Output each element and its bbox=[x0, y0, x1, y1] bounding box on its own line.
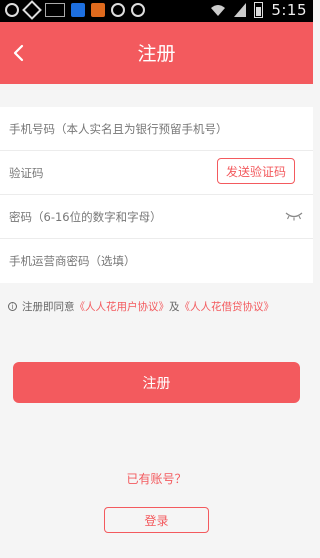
agreement-prefix: 注册即同意 bbox=[22, 301, 75, 313]
info-icon: i bbox=[8, 302, 17, 311]
battery-icon bbox=[254, 2, 264, 18]
verification-code-field[interactable]: 验证码 发送验证码 bbox=[0, 151, 313, 195]
login-button[interactable]: 登录 bbox=[104, 507, 209, 533]
have-account-link[interactable]: 已有账号？ bbox=[0, 470, 313, 487]
user-agreement-link[interactable]: 《人人花用户协议》 bbox=[75, 299, 170, 314]
loan-agreement-link[interactable]: 《人人花借贷协议》 bbox=[180, 299, 275, 314]
wifi-icon bbox=[211, 5, 226, 16]
app-notification-icon bbox=[91, 3, 105, 17]
app-header: 注册 bbox=[0, 22, 313, 84]
agreement-line: i 注册即同意 《人人花用户协议》 及 《人人花借贷协议》 bbox=[8, 299, 274, 314]
register-button[interactable]: 注册 bbox=[13, 362, 300, 403]
verification-code-label: 验证码 bbox=[9, 165, 44, 180]
page-title: 注册 bbox=[137, 43, 176, 65]
status-time: 5:15 bbox=[271, 1, 307, 19]
agreement-and: 及 bbox=[169, 301, 180, 313]
password-field[interactable]: 密码（6-16位的数字和字母） bbox=[0, 195, 313, 239]
phone-field[interactable]: 手机号码（本人实名且为银行预留手机号） bbox=[0, 107, 313, 151]
app-notification-icon bbox=[71, 3, 85, 17]
notification-icon bbox=[5, 3, 19, 17]
phone-input-placeholder: 手机号码（本人实名且为银行预留手机号） bbox=[9, 121, 228, 136]
carrier-password-placeholder: 手机运营商密码（选填） bbox=[9, 254, 136, 268]
register-form: 手机号码（本人实名且为银行预留手机号） 验证码 发送验证码 密码（6-16位的数… bbox=[0, 107, 313, 283]
notification-icon bbox=[111, 3, 125, 17]
notification-icons bbox=[5, 0, 145, 20]
status-bar: 5:15 bbox=[0, 0, 313, 22]
password-input-placeholder: 密码（6-16位的数字和字母） bbox=[9, 209, 162, 224]
notification-icon bbox=[45, 3, 65, 17]
notification-icon bbox=[131, 3, 145, 17]
signal-icon bbox=[234, 3, 247, 17]
carrier-password-field[interactable]: 手机运营商密码（选填） bbox=[0, 239, 313, 283]
eye-closed-icon[interactable] bbox=[285, 210, 303, 222]
notification-icon bbox=[22, 0, 42, 20]
send-code-button[interactable]: 发送验证码 bbox=[217, 158, 295, 184]
